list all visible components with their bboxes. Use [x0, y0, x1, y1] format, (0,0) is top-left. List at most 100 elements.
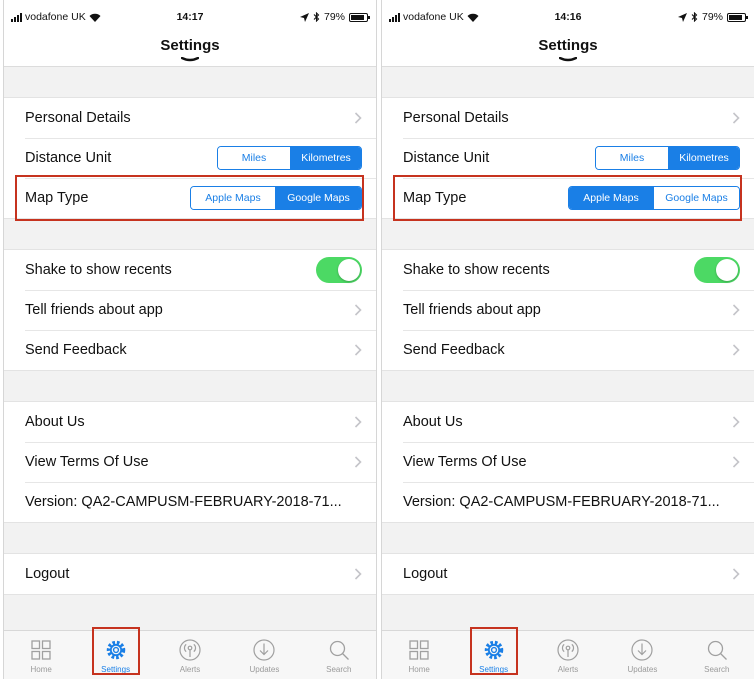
- tell-friends-row[interactable]: Tell friends about app: [382, 290, 754, 330]
- row-label: Send Feedback: [403, 342, 505, 358]
- shake-row: Shake to show recents: [382, 250, 754, 290]
- row-label: Send Feedback: [25, 342, 127, 358]
- distance-unit-segmented-control: Miles Kilometres: [595, 146, 740, 170]
- chevron-down-icon[interactable]: [181, 57, 199, 62]
- row-label: Distance Unit: [25, 150, 112, 166]
- row-label: Distance Unit: [403, 150, 490, 166]
- grid-icon: [409, 640, 429, 660]
- tab-search[interactable]: Search: [680, 631, 754, 679]
- row-label: Personal Details: [25, 110, 131, 126]
- kilometres-option[interactable]: Kilometres: [668, 147, 739, 169]
- settings-group-app: Shake to show recents Tell friends about…: [382, 249, 754, 371]
- apple-maps-option[interactable]: Apple Maps: [191, 187, 275, 209]
- send-feedback-row[interactable]: Send Feedback: [4, 330, 376, 370]
- send-feedback-row[interactable]: Send Feedback: [382, 330, 754, 370]
- chevron-right-icon: [354, 112, 362, 124]
- status-bar: vodafone UK 14:16 79%: [382, 0, 754, 30]
- logout-row[interactable]: Logout: [4, 554, 376, 594]
- tab-updates[interactable]: Updates: [605, 631, 679, 679]
- row-label: Logout: [403, 566, 448, 582]
- highlight-box: [91, 627, 140, 675]
- tab-updates[interactable]: Updates: [227, 631, 301, 679]
- screenshot-right: vodafone UK 14:16 79% Settings Personal …: [381, 0, 754, 679]
- about-us-row[interactable]: About Us: [382, 402, 754, 442]
- miles-option[interactable]: Miles: [218, 147, 290, 169]
- tab-label: Home: [408, 665, 430, 674]
- version-row: Version: QA2-CAMPUSM-FEBRUARY-2018-71...: [4, 482, 376, 522]
- row-label: Shake to show recents: [25, 262, 172, 278]
- chevron-right-icon: [354, 344, 362, 356]
- chevron-right-icon: [354, 416, 362, 428]
- miles-option[interactable]: Miles: [596, 147, 668, 169]
- kilometres-option[interactable]: Kilometres: [290, 147, 361, 169]
- highlight-box: [469, 627, 518, 675]
- shake-toggle[interactable]: [316, 257, 362, 283]
- map-type-segmented-control: Apple Maps Google Maps: [568, 186, 740, 210]
- tab-label: Search: [326, 665, 352, 674]
- distance-unit-row: Distance Unit Miles Kilometres: [382, 138, 754, 178]
- location-arrow-icon: [677, 12, 687, 22]
- tab-alerts[interactable]: Alerts: [531, 631, 605, 679]
- tab-label: Updates: [249, 665, 280, 674]
- distance-unit-segmented-control: Miles Kilometres: [217, 146, 362, 170]
- battery-icon: [727, 12, 748, 22]
- row-label: View Terms Of Use: [403, 454, 527, 470]
- settings-group-app: Shake to show recents Tell friends about…: [4, 249, 376, 371]
- row-label: Map Type: [403, 190, 467, 206]
- settings-group-preferences: Personal Details Distance Unit Miles Kil…: [382, 97, 754, 221]
- about-us-row[interactable]: About Us: [4, 402, 376, 442]
- settings-group-preferences: Personal Details Distance Unit Miles Kil…: [4, 97, 376, 221]
- settings-list: Personal Details Distance Unit Miles Kil…: [4, 67, 376, 631]
- tab-label: Alerts: [179, 665, 201, 674]
- google-maps-option[interactable]: Google Maps: [275, 187, 361, 209]
- row-label: View Terms Of Use: [25, 454, 149, 470]
- chevron-right-icon: [732, 416, 740, 428]
- row-label: Map Type: [25, 190, 89, 206]
- settings-list: Personal Details Distance Unit Miles Kil…: [382, 67, 754, 631]
- tab-label: Search: [704, 665, 730, 674]
- bluetooth-icon: [313, 12, 320, 22]
- personal-details-row[interactable]: Personal Details: [382, 98, 754, 138]
- battery-icon: [349, 12, 370, 22]
- settings-group-account: Logout: [382, 553, 754, 595]
- battery-percent: 79%: [323, 11, 345, 23]
- chevron-right-icon: [354, 456, 362, 468]
- broadcast-icon: [557, 639, 579, 661]
- grid-icon: [31, 640, 51, 660]
- terms-row[interactable]: View Terms Of Use: [4, 442, 376, 482]
- chevron-right-icon: [732, 112, 740, 124]
- tab-bar: Home Settings Alerts Updates Search: [4, 627, 376, 679]
- chevron-right-icon: [732, 568, 740, 580]
- personal-details-row[interactable]: Personal Details: [4, 98, 376, 138]
- map-type-segmented-control: Apple Maps Google Maps: [190, 186, 362, 210]
- status-bar: vodafone UK 14:17 79%: [4, 0, 376, 30]
- tab-label: Home: [30, 665, 52, 674]
- terms-row[interactable]: View Terms Of Use: [382, 442, 754, 482]
- map-type-row: Map Type Apple Maps Google Maps: [4, 175, 376, 221]
- settings-group-about: About Us View Terms Of Use Version: QA2-…: [4, 401, 376, 523]
- download-icon: [631, 639, 654, 661]
- google-maps-option[interactable]: Google Maps: [653, 187, 739, 209]
- location-arrow-icon: [299, 12, 309, 22]
- tab-settings[interactable]: Settings: [78, 627, 152, 679]
- version-label: Version: QA2-CAMPUSM-FEBRUARY-2018-71...: [25, 494, 342, 510]
- tab-settings[interactable]: Settings: [456, 627, 530, 679]
- download-icon: [253, 639, 276, 661]
- tell-friends-row[interactable]: Tell friends about app: [4, 290, 376, 330]
- chevron-right-icon: [354, 568, 362, 580]
- chevron-down-icon[interactable]: [559, 57, 577, 62]
- tab-search[interactable]: Search: [302, 631, 376, 679]
- row-label: Tell friends about app: [403, 302, 541, 318]
- chevron-right-icon: [732, 304, 740, 316]
- row-label: Personal Details: [403, 110, 509, 126]
- chevron-right-icon: [732, 344, 740, 356]
- distance-unit-row: Distance Unit Miles Kilometres: [4, 138, 376, 178]
- tab-home[interactable]: Home: [382, 631, 456, 679]
- shake-toggle[interactable]: [694, 257, 740, 283]
- tab-alerts[interactable]: Alerts: [153, 631, 227, 679]
- row-label: About Us: [403, 414, 463, 430]
- apple-maps-option[interactable]: Apple Maps: [569, 187, 653, 209]
- tab-home[interactable]: Home: [4, 631, 78, 679]
- logout-row[interactable]: Logout: [382, 554, 754, 594]
- page-title: Settings: [160, 37, 220, 54]
